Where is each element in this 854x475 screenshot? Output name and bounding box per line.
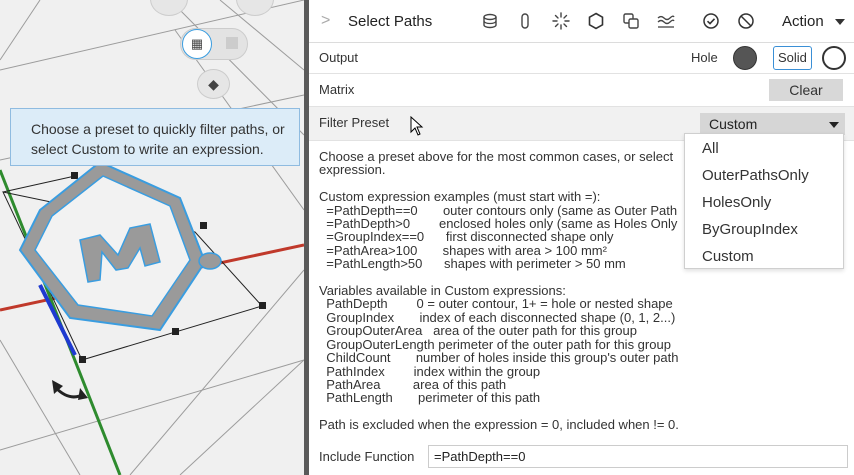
filter-preset-dropdown: All OuterPathsOnly HolesOnly ByGroupInde… — [684, 133, 844, 269]
dropdown-option-outer-paths-only[interactable]: OuterPathsOnly — [702, 167, 809, 184]
chevron-down-icon[interactable] — [835, 19, 845, 25]
matrix-label: Matrix — [319, 82, 355, 97]
matrix-row: Matrix Clear — [309, 74, 854, 107]
chevron-down-icon — [829, 122, 839, 128]
3d-viewport[interactable]: ▦ ◆ Choose a preset to quickly filter pa… — [0, 0, 304, 475]
filter-preset-select[interactable]: Custom — [700, 113, 845, 135]
dropdown-option-by-group-index[interactable]: ByGroupIndex — [702, 221, 798, 238]
example-line: =PathLength>50 shapes with perimeter > 5… — [319, 256, 626, 272]
mouse-cursor-icon — [410, 116, 424, 136]
clear-button[interactable]: Clear — [769, 79, 843, 101]
filter-preset-value: Custom — [709, 116, 758, 132]
output-row: Output Hole Solid — [309, 42, 854, 74]
square-icon[interactable] — [226, 37, 238, 49]
panel-title: Select Paths — [348, 13, 433, 30]
dropdown-option-holes-only[interactable]: HolesOnly — [702, 194, 771, 211]
waves-icon[interactable] — [657, 12, 675, 30]
dropdown-option-custom[interactable]: Custom — [702, 248, 754, 265]
include-function-label: Include Function — [319, 449, 415, 464]
action-menu-button[interactable]: Action — [782, 13, 824, 30]
filter-preset-label: Filter Preset — [319, 115, 390, 130]
help-intro: Choose a preset above for the most commo… — [319, 150, 674, 178]
scene-canvas[interactable] — [0, 0, 304, 475]
grid-snap-icon[interactable]: ▦ — [182, 29, 212, 59]
include-function-input[interactable]: =PathDepth==0 — [428, 445, 848, 468]
duplicate-icon[interactable] — [622, 12, 640, 30]
box-icon[interactable]: ◆ — [197, 69, 230, 99]
output-label: Output — [319, 50, 359, 65]
variable-line: PathLength perimeter of this path — [319, 390, 541, 406]
capsule-icon[interactable] — [516, 12, 534, 30]
hexagon-icon[interactable] — [587, 12, 605, 30]
solid-button[interactable]: Solid — [773, 46, 812, 70]
cylinder-icon[interactable] — [481, 12, 499, 30]
dropdown-option-all[interactable]: All — [702, 140, 719, 157]
check-circle-icon[interactable] — [702, 12, 720, 30]
hole-toggle[interactable] — [733, 46, 757, 70]
filter-tooltip: Choose a preset to quickly filter paths,… — [10, 108, 300, 166]
exclusion-note: Path is excluded when the expression = 0… — [319, 417, 679, 432]
chevron-right-icon[interactable]: > — [321, 12, 330, 30]
sparkle-icon[interactable] — [552, 12, 570, 30]
no-entry-icon[interactable] — [737, 12, 755, 30]
solid-toggle[interactable] — [822, 46, 846, 70]
panel-header: > Select Paths Action — [309, 0, 854, 43]
hole-label: Hole — [691, 50, 718, 65]
